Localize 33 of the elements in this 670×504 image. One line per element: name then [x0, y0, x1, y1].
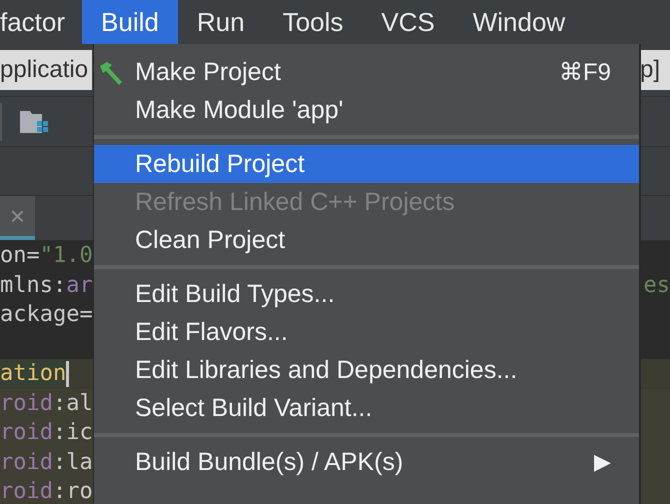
menu-bar-item[interactable]: VCS — [362, 0, 454, 44]
code-attribute: roid — [0, 450, 53, 475]
menu-bar-item[interactable]: Build — [82, 0, 178, 44]
code-attribute: roid — [0, 420, 53, 446]
menu-item[interactable]: Build Bundle(s) / APK(s) ▶ — [94, 443, 639, 481]
menu-item[interactable]: Edit Flavors... — [94, 313, 639, 351]
menu-item[interactable]: Edit Libraries and Dependencies... — [94, 351, 639, 389]
menu-item[interactable]: Rebuild Project — [94, 145, 639, 183]
menu-bar-item[interactable]: Run — [178, 0, 264, 44]
menu-bar-item[interactable]: Window — [454, 0, 584, 44]
menu-item[interactable]: Select Build Variant... — [94, 389, 639, 427]
code-string: "1.0 — [40, 243, 93, 268]
menu-bar-item[interactable]: Tools — [264, 0, 362, 44]
code-string: es — [644, 272, 670, 298]
code-text: :ro — [52, 479, 93, 504]
config-field[interactable]: pplicatio — [0, 50, 92, 90]
menu-item[interactable]: Make Module 'app' — [94, 91, 639, 129]
shortcut-label: ⌘F9 — [558, 58, 611, 86]
code-text: :ic — [52, 420, 93, 446]
code-tag: ation — [0, 361, 66, 386]
code-text: mlns: — [0, 272, 66, 298]
folder-icon[interactable] — [20, 108, 50, 134]
code-attribute: roid — [0, 390, 53, 416]
code-text: on= — [0, 243, 40, 268]
submenu-arrow: ▶ — [594, 449, 611, 475]
menu-bar-item[interactable]: factor — [0, 0, 82, 44]
code-text: :al — [52, 390, 93, 416]
code-attribute: ar — [66, 272, 93, 298]
code-attribute: roid — [0, 479, 53, 504]
menu-item[interactable]: Clean Project — [94, 221, 639, 259]
code-text: ackage= — [0, 302, 93, 328]
code-text: :la — [52, 450, 93, 475]
menu-item[interactable]: Edit Build Types... — [94, 275, 639, 313]
